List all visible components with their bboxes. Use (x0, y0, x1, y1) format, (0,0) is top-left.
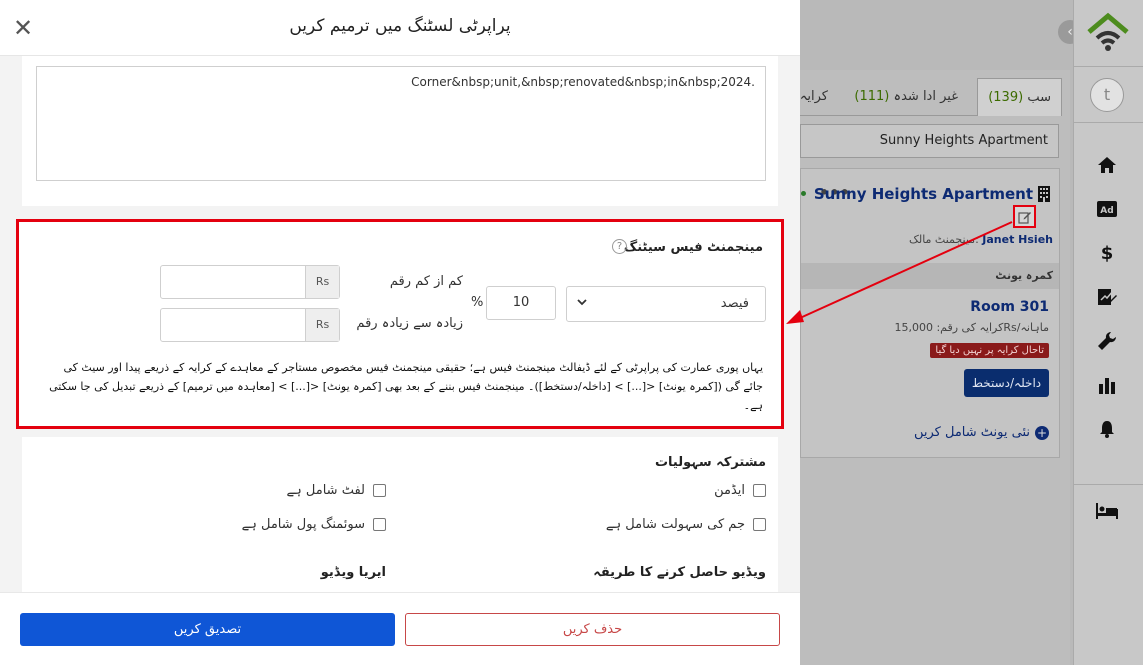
dollar-icon[interactable]: $ (1096, 242, 1118, 264)
video-method-label: ویڈیو حاصل کرنے کا طریقہ (593, 565, 766, 580)
tab-rent[interactable]: کرایہ (800, 78, 828, 116)
modal-footer: تصدیق کریں حذف کریں (0, 592, 800, 665)
elevator-checkbox[interactable]: لفٹ شامل ہے (287, 483, 386, 498)
currency-addon: Rs (305, 309, 339, 341)
wrench-icon[interactable] (1096, 330, 1118, 352)
elevator-label: لفٹ شامل ہے (286, 483, 365, 498)
property-title[interactable]: Sunny Heights Apartment (814, 185, 1033, 203)
sidebar-divider (1073, 484, 1143, 485)
manager-label: مینجمنٹ مالک: (909, 233, 979, 246)
property-search-input[interactable]: Sunny Heights Apartment (800, 124, 1059, 158)
pool-label: سوئمنگ پول شامل ہے (241, 517, 365, 532)
room-title[interactable]: Room 301 (970, 299, 1049, 315)
ad-icon[interactable]: Ad (1096, 198, 1118, 220)
description-section: Corner&nbsp;unit,&nbsp;renovated&nbsp;in… (22, 56, 778, 206)
management-fee-section: مینجمنٹ فیس سیٹنگ ? فیصد 10 % کم از کم ر… (16, 219, 784, 429)
max-amount-label: زیادہ سے زیادہ رقم (356, 316, 463, 331)
fee-type-select[interactable]: فیصد (566, 286, 766, 322)
management-fee-title: مینجمنٹ فیس سیٹنگ (623, 240, 763, 255)
checkbox-box[interactable] (753, 518, 766, 531)
pool-checkbox[interactable]: سوئمنگ پول شامل ہے (242, 517, 386, 532)
sidebar-divider (1073, 66, 1143, 67)
manager-line: مینجمنٹ مالک: Janet Hsieh (909, 233, 1053, 246)
modal-header: ✕ پراپرٹی لسٹنگ میں ترمیم کریں (0, 0, 800, 56)
delete-button[interactable]: حذف کریں (405, 613, 780, 646)
min-amount-input[interactable]: Rs (160, 265, 340, 299)
tab-unpaid[interactable]: غیر ادا شدہ (111) (854, 78, 958, 116)
plus-circle-icon: + (1035, 425, 1049, 440)
gym-label: جم کی سہولت شامل ہے (605, 517, 745, 532)
building-icon (1037, 186, 1051, 206)
tab-all[interactable]: سب (139) (977, 78, 1062, 116)
min-amount-label: کم از کم رقم (389, 274, 463, 289)
tab-unpaid-label: غیر ادا شدہ (893, 89, 958, 104)
currency-addon: Rs (305, 266, 339, 298)
description-textarea[interactable]: Corner&nbsp;unit,&nbsp;renovated&nbsp;in… (36, 66, 766, 181)
tab-unpaid-count: (111) (854, 89, 890, 104)
tab-rent-label: کرایہ (799, 89, 828, 104)
status-badge: تاحال کرایہ پر نہیں دیا گیا (930, 343, 1049, 358)
checkbox-box[interactable] (753, 484, 766, 497)
app-logo[interactable] (1085, 12, 1131, 54)
amenities-section: مشترکہ سہولیات ایڈمن لفٹ شامل ہے جم کی س… (22, 437, 778, 592)
status-dot (801, 191, 806, 196)
edit-listing-modal: ✕ پراپرٹی لسٹنگ میں ترمیم کریں Corner&nb… (0, 0, 800, 665)
area-video-label: ایریا ویڈیو (320, 565, 386, 580)
confirm-button[interactable]: تصدیق کریں (20, 613, 395, 646)
units-header: کمرہ یونٹ (801, 263, 1059, 289)
chevron-down-icon (577, 295, 587, 309)
bar-chart-icon[interactable] (1096, 374, 1118, 396)
percent-sign: % (471, 295, 484, 310)
home-icon[interactable] (1096, 154, 1118, 176)
add-unit-link[interactable]: نئی یونٹ شامل کریں + (914, 425, 1049, 440)
edit-property-icon[interactable] (1013, 205, 1036, 228)
checkin-sign-button[interactable]: داخلہ/دستخط (964, 369, 1049, 397)
amenities-title: مشترکہ سہولیات (654, 455, 766, 470)
fee-percent-input[interactable]: 10 (486, 286, 556, 320)
avatar[interactable]: t (1090, 78, 1124, 112)
add-unit-label: نئی یونٹ شامل کریں (913, 425, 1030, 440)
rent-amount: کرایہ کی رقم: 15,000Rs/ماہانہ (894, 321, 1049, 334)
contract-edit-icon[interactable] (1096, 286, 1118, 308)
doorman-checkbox[interactable]: ایڈمن (714, 483, 766, 498)
tab-all-label: سب (1027, 90, 1051, 105)
manager-name[interactable]: Janet Hsieh (982, 233, 1053, 246)
main-sidebar: t Ad $ (1073, 0, 1143, 665)
filter-tabs: سب (139) غیر ادا شدہ (111) کرایہ (800, 78, 1062, 116)
gym-checkbox[interactable]: جم کی سہولت شامل ہے (606, 517, 766, 532)
sidebar-divider (1073, 122, 1143, 123)
help-icon[interactable]: ? (612, 239, 627, 254)
checkbox-box[interactable] (373, 484, 386, 497)
max-amount-input[interactable]: Rs (160, 308, 340, 342)
bell-icon[interactable] (1096, 418, 1118, 440)
modal-title: پراپرٹی لسٹنگ میں ترمیم کریں (289, 16, 511, 36)
svg-text:Ad: Ad (1100, 206, 1113, 216)
bed-icon[interactable] (1096, 500, 1118, 522)
modal-body[interactable]: Corner&nbsp;unit,&nbsp;renovated&nbsp;in… (0, 56, 800, 592)
checkbox-box[interactable] (373, 518, 386, 531)
tab-all-count: (139) (988, 90, 1024, 105)
management-fee-note: یہاں پوری عمارت کی پراپرٹی کے لئے ڈیفالٹ… (49, 361, 763, 412)
fee-type-value: فیصد (720, 296, 749, 311)
doorman-label: ایڈمن (714, 483, 745, 498)
